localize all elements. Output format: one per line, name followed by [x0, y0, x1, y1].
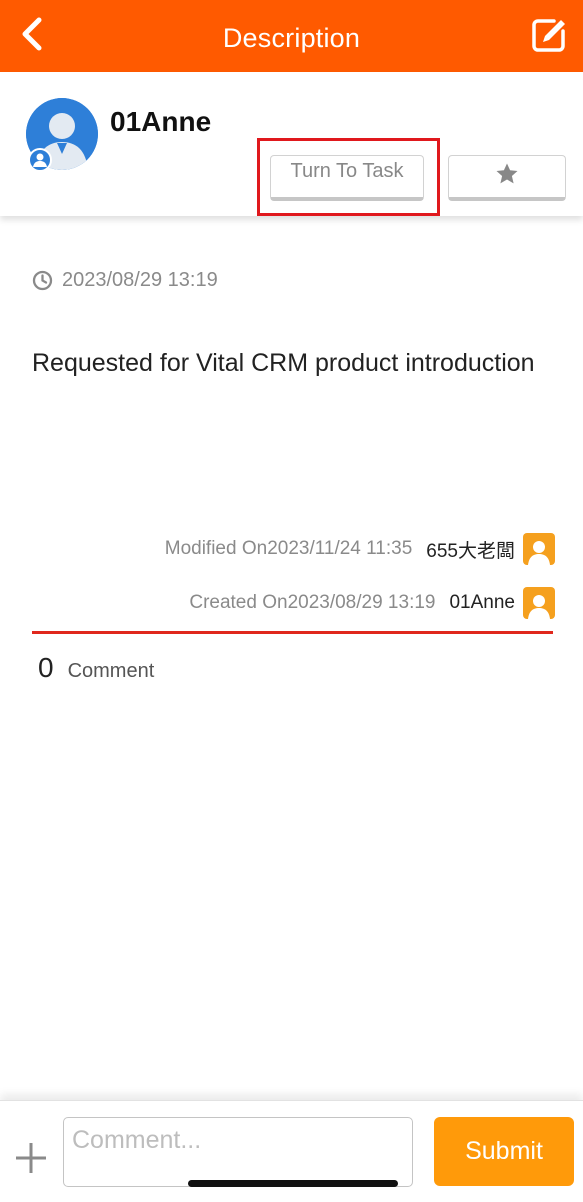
post-date: 2023/08/29 13:19 [62, 268, 218, 291]
attach-button[interactable] [12, 1141, 50, 1179]
post-description: Requested for Vital CRM product introduc… [32, 349, 535, 377]
modified-label: Modified On2023/11/24 11:35 [164, 538, 413, 559]
favorite-button[interactable] [448, 155, 566, 201]
user-avatar-icon[interactable] [523, 587, 555, 619]
plus-icon [14, 1141, 48, 1180]
post-date-row: 2023/08/29 13:19 [32, 266, 218, 294]
created-info-row: Created On2023/08/29 13:19 01Anne [189, 586, 555, 620]
author-card: 01Anne Turn To Task [0, 72, 583, 216]
edit-square-icon [532, 18, 566, 57]
user-avatar-icon[interactable] [523, 533, 555, 565]
clock-icon [32, 270, 53, 291]
highlight-annotation [257, 138, 440, 216]
created-user: 01Anne [449, 592, 515, 613]
comment-count-label: Comment [67, 660, 155, 682]
modified-info-row: Modified On2023/11/24 11:35 655大老闆 [165, 532, 555, 566]
edit-button[interactable] [527, 15, 571, 59]
top-app-bar: Description [0, 0, 583, 72]
author-name: 01Anne [110, 106, 212, 137]
role-badge-icon [28, 148, 52, 172]
comment-count-number: 0 [38, 652, 54, 683]
created-label: Created On2023/08/29 13:19 [189, 592, 436, 613]
home-indicator [188, 1180, 398, 1187]
modified-user: 655大老闆 [426, 540, 515, 562]
comment-input[interactable] [63, 1117, 413, 1187]
page-title: Description [222, 23, 361, 53]
comments-divider [32, 631, 553, 634]
comment-count: 0 Comment [38, 652, 154, 684]
star-icon [495, 162, 519, 191]
submit-button[interactable]: Submit [434, 1117, 574, 1186]
